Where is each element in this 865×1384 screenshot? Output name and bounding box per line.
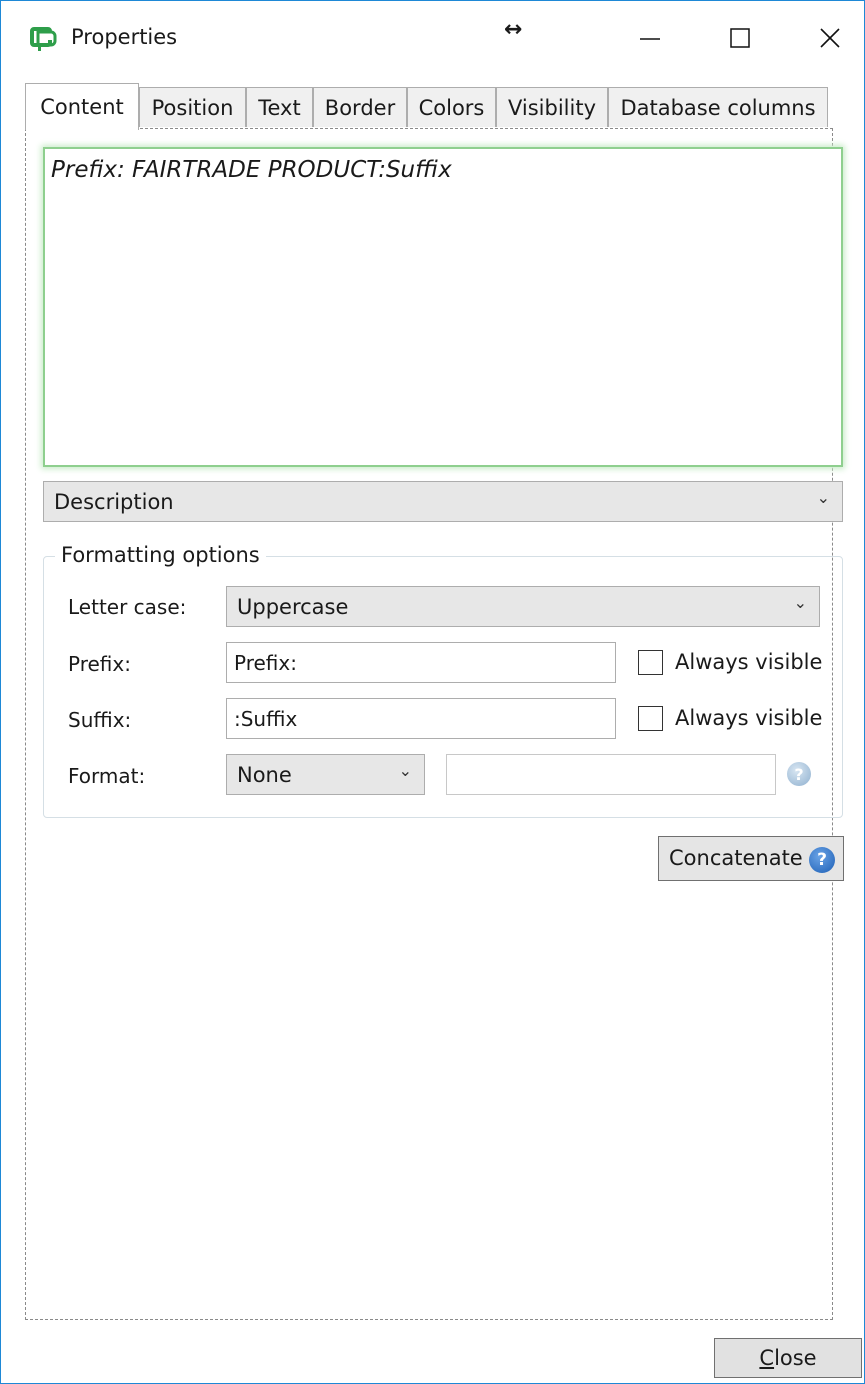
- format-help-icon[interactable]: ?: [787, 762, 811, 786]
- minimize-button[interactable]: [627, 15, 673, 61]
- source-field-select[interactable]: Description ⌄: [43, 481, 843, 522]
- format-custom-input[interactable]: [446, 754, 776, 795]
- maximize-icon: [730, 28, 750, 48]
- tab-position[interactable]: Position: [139, 87, 246, 127]
- tab-content[interactable]: Content: [25, 83, 139, 130]
- help-icon: ?: [809, 847, 835, 873]
- maximize-button[interactable]: [717, 15, 763, 61]
- chevron-down-icon: ⌄: [816, 488, 830, 507]
- prefix-always-visible-label: Always visible: [675, 650, 823, 674]
- prefix-value: Prefix:: [234, 651, 297, 675]
- close-button[interactable]: Close: [714, 1338, 862, 1378]
- source-field-value: Description: [54, 490, 174, 514]
- close-accelerator: C: [759, 1346, 775, 1370]
- chevron-down-icon: ⌄: [398, 761, 412, 780]
- formatting-options-title: Formatting options: [55, 543, 266, 567]
- tab-visibility[interactable]: Visibility: [496, 87, 608, 127]
- chevron-down-icon: ⌄: [793, 593, 807, 612]
- format-value: None: [237, 763, 292, 787]
- concatenate-label: Concatenate: [669, 846, 803, 870]
- properties-window: Properties ↔ Content Position Text Borde…: [0, 0, 865, 1384]
- suffix-always-visible-label: Always visible: [675, 706, 823, 730]
- suffix-input[interactable]: :Suffix: [226, 698, 616, 739]
- app-logo-icon: [30, 27, 57, 51]
- format-label: Format:: [68, 764, 146, 788]
- tab-text[interactable]: Text: [246, 87, 313, 127]
- suffix-label: Suffix:: [68, 708, 132, 732]
- tab-colors[interactable]: Colors: [407, 87, 496, 127]
- minimize-icon: [640, 38, 660, 40]
- suffix-always-visible-checkbox[interactable]: [638, 706, 663, 731]
- window-title: Properties: [71, 25, 178, 49]
- letter-case-select[interactable]: Uppercase ⌄: [226, 586, 820, 627]
- format-select[interactable]: None ⌄: [226, 754, 425, 795]
- close-icon: [820, 28, 840, 48]
- tab-database-columns[interactable]: Database columns: [608, 87, 828, 127]
- tab-border[interactable]: Border: [313, 87, 407, 127]
- suffix-value: :Suffix: [234, 707, 298, 731]
- resize-horizontal-icon: ↔: [504, 17, 523, 42]
- close-label-rest: lose: [774, 1346, 817, 1370]
- preview-text: Prefix: FAIRTRADE PRODUCT:Suffix: [51, 157, 452, 183]
- close-window-button[interactable]: [807, 15, 853, 61]
- prefix-label: Prefix:: [68, 652, 131, 676]
- concatenate-button[interactable]: Concatenate ?: [658, 836, 844, 881]
- title-bar[interactable]: Properties ↔: [1, 1, 864, 73]
- prefix-input[interactable]: Prefix:: [226, 642, 616, 683]
- letter-case-label: Letter case:: [68, 595, 187, 619]
- prefix-always-visible-checkbox[interactable]: [638, 650, 663, 675]
- content-preview[interactable]: Prefix: FAIRTRADE PRODUCT:Suffix: [43, 147, 843, 467]
- letter-case-value: Uppercase: [237, 595, 349, 619]
